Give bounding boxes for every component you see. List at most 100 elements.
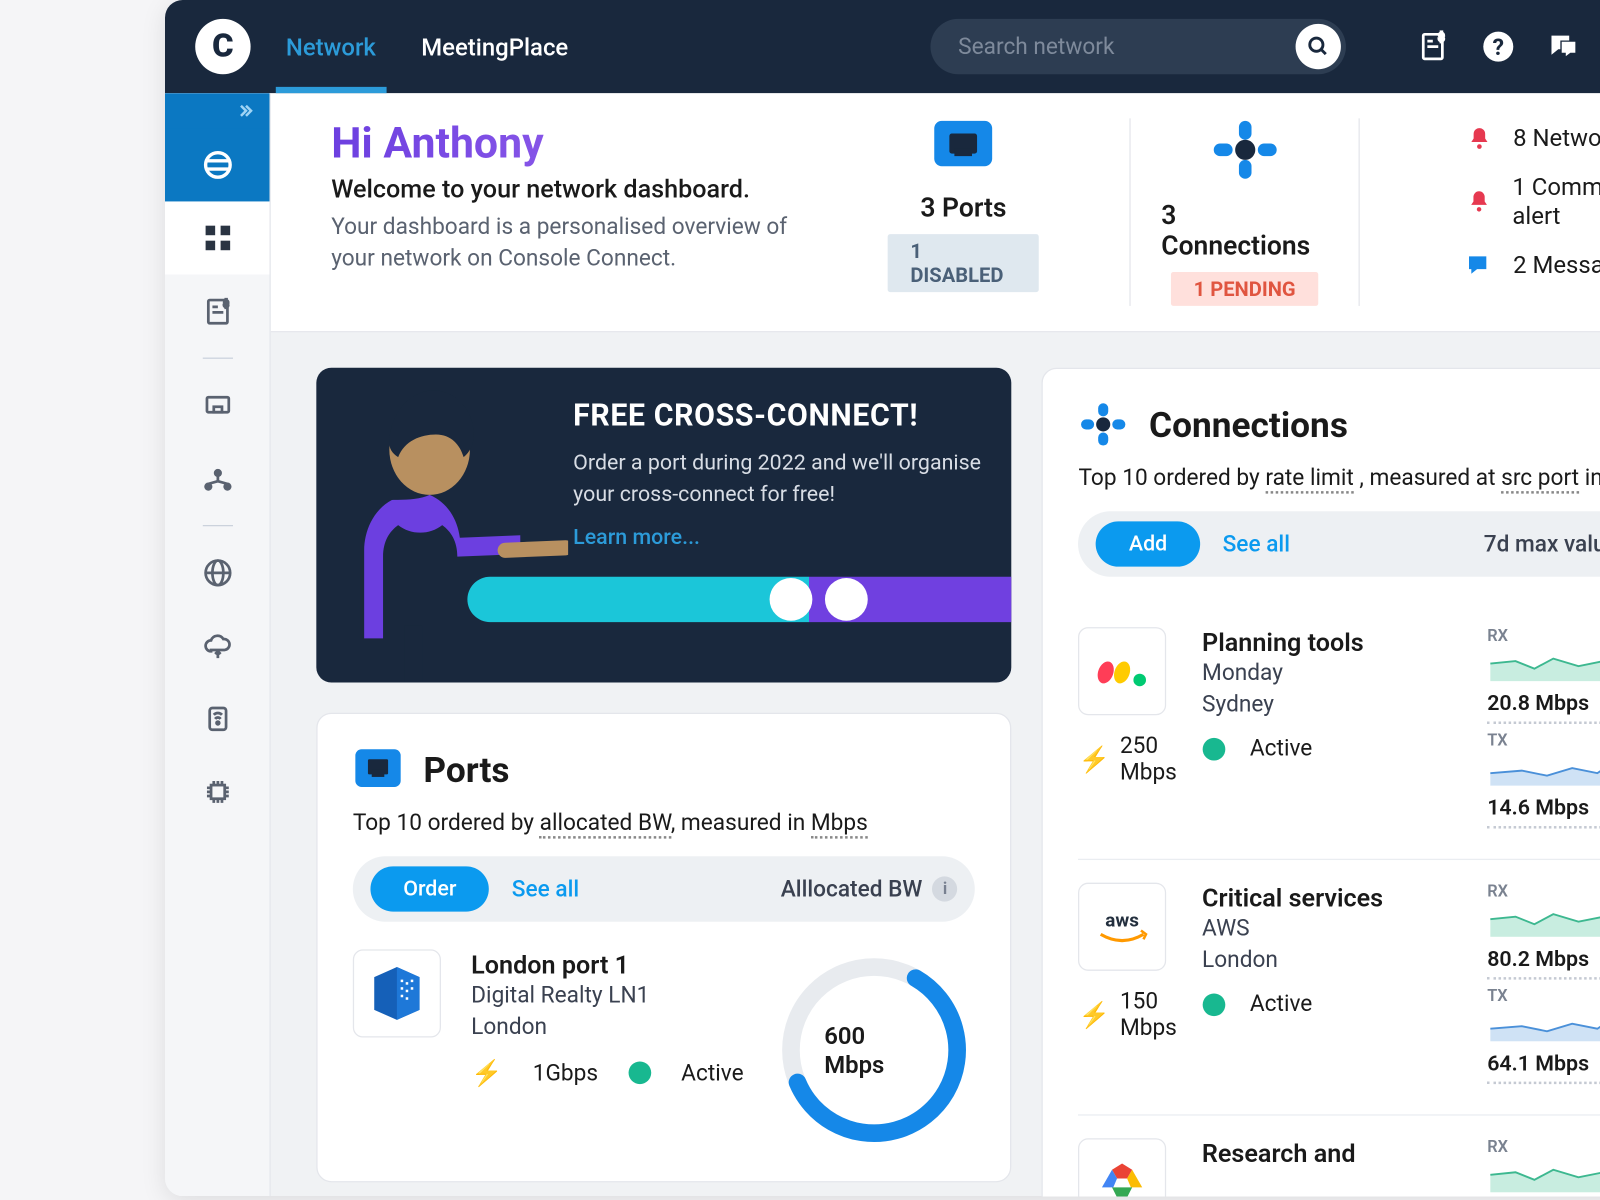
ports-badge: 1 DISABLED [888,234,1040,292]
sidebar-expand-icon[interactable] [165,93,269,128]
connection-logo [1078,627,1166,715]
ports-icon [932,118,995,173]
order-button[interactable]: Order [370,866,489,911]
alert-messages[interactable]: 2 Messages [1465,251,1600,280]
connections-card: Connections Top 10 ordered by rate limit… [1042,368,1600,1196]
rx-label: RX [1487,627,1600,646]
promo-illustration [316,380,568,682]
card-title: Ports [423,748,509,790]
sidebar-item-internet[interactable] [165,536,269,609]
add-button[interactable]: Add [1096,521,1200,566]
conn-city: Sydney [1202,689,1462,721]
conn-name: Planning tools [1202,627,1462,657]
sidebar-item-cloud[interactable] [165,609,269,682]
status-dot [628,1062,651,1085]
conn-provider: AWS [1202,913,1462,945]
card-title: Connections [1149,404,1348,446]
bell-icon [1465,124,1493,152]
search-icon [1307,35,1330,58]
promo-desc: Order a port during 2022 and we'll organ… [573,448,981,510]
gauge-value: 600 Mbps [824,1021,925,1079]
connection-logo [1078,1138,1166,1196]
promo-card: FREE CROSS-CONNECT! Order a port during … [316,368,1011,683]
hero: Hi Anthony Welcome to your network dashb… [271,93,1600,332]
conn-status: Active [1250,736,1312,762]
welcome-text: Welcome to your network dashboard. [331,174,797,204]
svg-text:$: $ [223,299,228,310]
ports-count: 3 Ports [920,194,1006,224]
search-input[interactable] [930,19,1345,74]
card-subtitle: Top 10 ordered by rate limit , measured … [1078,465,1600,491]
chat-icon[interactable] [1547,30,1580,63]
connection-item[interactable]: Research and RX [1078,1115,1600,1196]
topbar: C Network MeetingPlace $ ? [165,0,1600,93]
status-dot [1202,993,1225,1016]
connection-logo: aws [1078,883,1166,971]
alert-network[interactable]: 8 Network alerts [1465,123,1600,152]
port-city: London [471,1011,743,1043]
port-name: London port 1 [471,949,743,979]
greeting: Hi Anthony [331,118,797,168]
alert-text: 1 Community alert [1512,172,1600,230]
svg-text:?: ? [1493,33,1505,61]
tx-label: TX [1487,987,1600,1006]
search-button[interactable] [1296,24,1341,69]
conn-bw: 250 Mbps [1120,733,1177,786]
help-icon[interactable]: ? [1482,30,1515,63]
conn-bw: 150 Mbps [1120,988,1177,1041]
connections-badge: 1 PENDING [1171,272,1318,306]
svg-text:$: $ [1438,31,1444,44]
rx-value: 20.8 Mbps [1487,691,1589,716]
alert-community[interactable]: 1 Community alert [1465,172,1600,230]
connection-item[interactable]: ⚡250 Mbps Planning tools Monday Sydney A… [1078,604,1600,860]
sidebar-item-ports[interactable] [165,369,269,442]
conn-name: Research and [1202,1138,1462,1168]
status-dot [1202,738,1225,761]
port-bw: 1Gbps [533,1060,598,1086]
ports-card: Ports Top 10 ordered by allocated BW, me… [316,713,1011,1183]
port-item[interactable]: London port 1 Digital Realty LN1 London … [353,949,975,1150]
bolt-icon: ⚡ [1078,744,1109,774]
billing-icon[interactable]: $ [1416,30,1449,63]
port-provider: Digital Realty LN1 [471,980,743,1012]
promo-link[interactable]: Learn more... [573,525,981,550]
rx-label: RX [1487,1138,1600,1157]
chat-icon [1465,251,1493,279]
ports-icon [353,744,403,794]
pill-meta: Alllocated BWi [781,876,958,902]
sidebar-item-connections[interactable] [165,442,269,515]
bell-icon [1465,188,1492,216]
sidebar: $ [165,93,271,1196]
gauge: 600 Mbps [774,949,975,1150]
promo-title: FREE CROSS-CONNECT! [573,398,981,433]
conn-status: Active [1250,991,1312,1017]
connections-count: 3 Connections [1161,201,1328,261]
port-status: Active [681,1060,743,1086]
nav-tab-network[interactable]: Network [286,0,376,93]
connections-icon [1207,118,1283,181]
connection-item[interactable]: aws ⚡150 Mbps Critical services AWS Lond… [1078,860,1600,1116]
nav-tab-meetingplace[interactable]: MeetingPlace [421,0,568,93]
svg-text:aws: aws [1105,909,1139,932]
alert-text: 2 Messages [1513,251,1600,280]
sidebar-item-billing[interactable]: $ [165,274,269,347]
sidebar-item-iot[interactable] [165,682,269,755]
sidebar-item-dashboard[interactable] [165,201,269,274]
info-icon[interactable]: i [932,876,957,901]
rx-value: 80.2 Mbps [1487,947,1589,972]
pill-meta: 7d max valuesi [1483,531,1600,557]
conn-name: Critical services [1202,883,1462,913]
see-all-link[interactable]: See all [512,876,579,902]
rx-label: RX [1487,883,1600,902]
tx-value: 14.6 Mbps [1487,796,1589,821]
tx-label: TX [1487,731,1600,750]
see-all-link[interactable]: See all [1222,531,1289,557]
connections-icon [1078,399,1128,449]
sidebar-item-home[interactable] [165,128,269,201]
alert-text: 8 Network alerts [1513,123,1600,152]
app-logo[interactable]: C [195,19,250,74]
welcome-desc: Your dashboard is a personalised overvie… [331,212,797,275]
card-subtitle: Top 10 ordered by allocated BW, measured… [353,810,975,836]
port-logo [353,949,441,1037]
sidebar-item-edge[interactable] [165,755,269,828]
